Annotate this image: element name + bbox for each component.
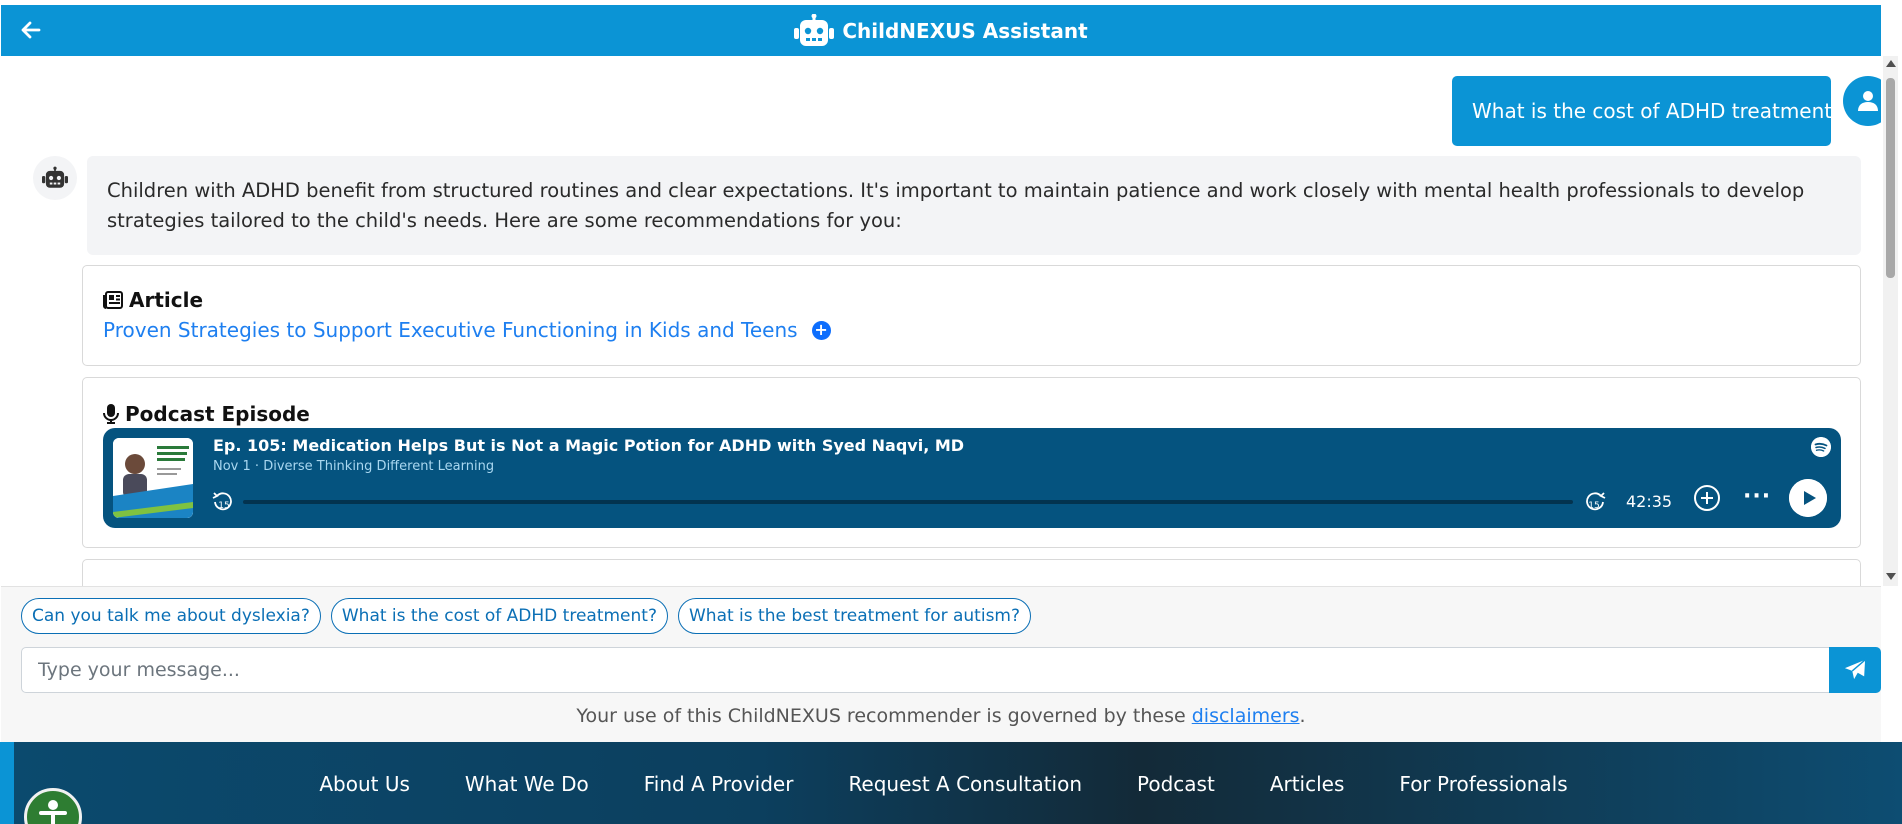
scroll-up-arrow-icon[interactable]	[1886, 60, 1896, 67]
message-input[interactable]	[21, 647, 1831, 693]
footer-link-articles[interactable]: Articles	[1270, 772, 1345, 796]
article-link-row: Proven Strategies to Support Executive F…	[103, 318, 831, 342]
accessibility-icon	[39, 800, 67, 824]
bot-message-bubble: Children with ADHD benefit from structur…	[87, 156, 1861, 255]
article-card: Article Proven Strategies to Support Exe…	[82, 265, 1861, 366]
input-area: Can you talk me about dyslexia? What is …	[1, 586, 1881, 742]
article-heading: Article	[103, 288, 203, 312]
episode-duration: 42:35	[1626, 492, 1673, 511]
send-button[interactable]	[1829, 647, 1881, 693]
footer-link-request-consultation[interactable]: Request A Consultation	[848, 772, 1082, 796]
rewind-15-icon[interactable]: 15	[211, 490, 235, 514]
podcast-cover-art	[113, 438, 193, 518]
svg-text:15: 15	[218, 501, 229, 511]
footer-nav: About Us What We Do Find A Provider Requ…	[0, 772, 1902, 796]
play-icon	[1789, 479, 1827, 517]
suggestion-chip-dyslexia[interactable]: Can you talk me about dyslexia?	[21, 598, 321, 634]
chat-area: What is the cost of ADHD treatment? Chil…	[1, 56, 1881, 586]
microphone-icon	[103, 404, 119, 424]
accessibility-button[interactable]	[24, 788, 82, 824]
robot-icon	[794, 13, 835, 46]
page-title: ChildNEXUS Assistant	[842, 18, 1088, 43]
spotify-icon[interactable]	[1811, 437, 1831, 457]
playback-progress-bar[interactable]	[243, 500, 1573, 504]
chat-scrollbar[interactable]	[1883, 56, 1898, 586]
suggestion-chip-autism[interactable]: What is the best treatment for autism?	[677, 598, 1032, 634]
play-button[interactable]	[1789, 479, 1827, 517]
more-options-icon[interactable]: ···	[1743, 484, 1771, 509]
add-article-icon[interactable]: +	[811, 320, 831, 340]
show-name[interactable]: Diverse Thinking Different Learning	[263, 459, 494, 474]
suggestion-chip-adhd-cost[interactable]: What is the cost of ADHD treatment?	[330, 598, 668, 634]
footer-link-podcast[interactable]: Podcast	[1137, 772, 1215, 796]
article-link[interactable]: Proven Strategies to Support Executive F…	[103, 318, 798, 342]
disclaimer-text: Your use of this ChildNEXUS recommender …	[1, 705, 1881, 727]
episode-date: Nov 1	[213, 459, 251, 474]
add-to-library-icon[interactable]	[1693, 484, 1721, 512]
paper-plane-icon	[1844, 659, 1866, 680]
article-heading-label: Article	[129, 288, 204, 312]
suggestion-chips: Can you talk me about dyslexia? What is …	[21, 598, 1032, 634]
scroll-thumb[interactable]	[1886, 78, 1895, 278]
podcast-card: Podcast Episode Ep. 105: Medication Help…	[82, 377, 1861, 548]
svg-text:15: 15	[1588, 501, 1599, 511]
podcast-heading-label: Podcast Episode	[125, 402, 310, 426]
footer-link-what-we-do[interactable]: What We Do	[465, 772, 589, 796]
podcast-heading: Podcast Episode	[103, 402, 310, 426]
app-header: ChildNEXUS Assistant	[1, 5, 1881, 56]
footer-link-about-us[interactable]: About Us	[319, 772, 410, 796]
scroll-down-arrow-icon[interactable]	[1886, 573, 1896, 580]
footer-link-find-a-provider[interactable]: Find A Provider	[644, 772, 794, 796]
episode-title[interactable]: Ep. 105: Medication Helps But is Not a M…	[213, 436, 964, 455]
meta-separator: ·	[254, 459, 260, 474]
footer-link-for-professionals[interactable]: For Professionals	[1399, 772, 1567, 796]
episode-meta: Nov 1 · Diverse Thinking Different Learn…	[213, 459, 494, 474]
newspaper-icon	[103, 291, 123, 309]
spotify-player: Ep. 105: Medication Helps But is Not a M…	[103, 428, 1841, 528]
next-recommendation-card	[82, 559, 1861, 586]
bot-avatar-icon	[33, 156, 77, 200]
disclaimer-prefix: Your use of this ChildNEXUS recommender …	[576, 705, 1192, 727]
header-title-group: ChildNEXUS Assistant	[1, 5, 1881, 56]
user-avatar-icon	[1843, 76, 1881, 126]
disclaimer-suffix: .	[1299, 705, 1306, 727]
user-message-row: What is the cost of ADHD treatment?	[1452, 76, 1881, 146]
user-message-bubble: What is the cost of ADHD treatment?	[1452, 76, 1831, 146]
forward-15-icon[interactable]: 15	[1583, 490, 1607, 514]
site-footer: About Us What We Do Find A Provider Requ…	[0, 742, 1902, 824]
disclaimers-link[interactable]: disclaimers	[1192, 705, 1300, 727]
